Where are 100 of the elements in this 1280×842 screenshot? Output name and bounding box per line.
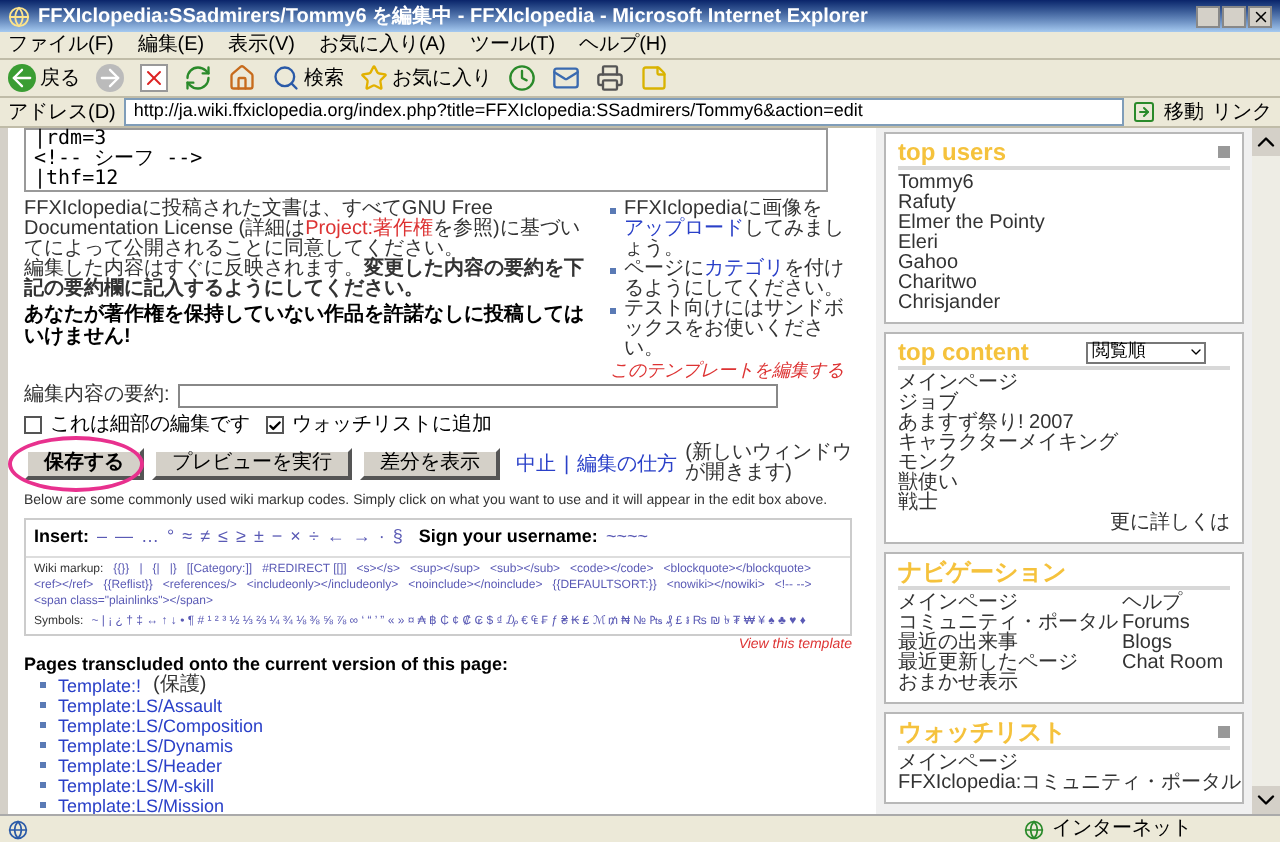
insert-char[interactable]: ± <box>253 524 264 551</box>
sidebar-link[interactable]: あますず祭り! 2007 <box>898 414 1074 434</box>
insert-char[interactable]: ° <box>167 524 175 551</box>
favorites-button[interactable]: お気に入り <box>392 63 492 93</box>
sidebar-link[interactable]: Blogs <box>1122 634 1173 654</box>
minimize-icon[interactable] <box>1196 5 1220 27</box>
template-link[interactable]: Template:! <box>58 675 142 695</box>
dropdown-caret-icon[interactable] <box>1188 344 1204 360</box>
signature-link[interactable]: ~~~~ <box>605 524 648 551</box>
sidebar-link[interactable]: Eleri <box>898 234 939 254</box>
sidebar-link[interactable]: ジョブ <box>898 394 958 414</box>
stop-icon[interactable] <box>140 64 168 92</box>
sidebar-link[interactable]: コミュニティ・ポータル <box>898 614 1118 634</box>
tip-link[interactable]: アップロード <box>624 218 744 240</box>
sidebar-link[interactable]: メインページ <box>898 374 1018 394</box>
sidebar-link[interactable]: Forums <box>1122 614 1190 634</box>
tip-link[interactable]: カテゴリ <box>704 258 784 280</box>
globe-icon <box>1024 819 1044 839</box>
links-button[interactable]: リンク <box>1212 97 1272 127</box>
template-link[interactable]: Template:LS/Composition <box>58 715 264 735</box>
sidebar-link[interactable]: 最近更新したページ <box>898 654 1078 674</box>
sidebar-link[interactable]: Elmer the Pointy <box>898 214 1045 234</box>
summary-field[interactable] <box>177 383 778 407</box>
sidebar-link[interactable]: モンク <box>898 454 958 474</box>
insert-char[interactable]: · <box>378 524 385 551</box>
history-icon[interactable] <box>508 64 536 92</box>
menu-item[interactable]: ツール(T) <box>469 30 556 60</box>
sidebar-link[interactable]: 獣使い <box>898 474 958 494</box>
template-link[interactable]: Template:LS/Mission <box>58 795 225 814</box>
maximize-icon[interactable] <box>1222 5 1246 27</box>
template-link[interactable]: Template:LS/Dynamis <box>58 735 234 755</box>
insert-char[interactable]: × <box>290 524 301 551</box>
sidebar-link[interactable]: Rafuty <box>898 194 956 214</box>
more-link[interactable]: 更に詳しくは <box>1110 514 1230 534</box>
template-link[interactable]: Template:LS/Header <box>58 755 223 775</box>
editing-help-link[interactable]: 編集の仕方 <box>577 449 678 479</box>
menu-item[interactable]: 表示(V) <box>228 30 295 60</box>
sidebar-link[interactable]: Gahoo <box>898 254 959 274</box>
mail-icon[interactable] <box>552 64 580 92</box>
edit-template-link[interactable]: このテンプレートを編集する <box>610 360 860 380</box>
insert-char[interactable]: ≥ <box>236 524 246 551</box>
tip-text: FFXIclopediaに画像を アップロード してみましょう。 <box>624 200 846 260</box>
new-window-note: (新しいウィンドウが開きます) <box>685 444 854 484</box>
scroll-up-icon[interactable] <box>1252 128 1280 156</box>
home-icon[interactable] <box>228 64 256 92</box>
insert-char[interactable]: → <box>352 524 371 551</box>
code-line: |thf=12 <box>34 170 121 190</box>
insert-char[interactable]: ← <box>326 524 345 551</box>
sidebar-link[interactable]: メインページ <box>898 754 1018 774</box>
cancel-link[interactable]: 中止 <box>516 449 556 479</box>
search-button[interactable]: 検索 <box>304 63 344 93</box>
print-icon[interactable] <box>596 64 624 92</box>
back-button[interactable]: 戻る <box>40 63 80 93</box>
menu-item[interactable]: 編集(E) <box>137 30 205 60</box>
form-button[interactable]: 保存する <box>24 448 144 480</box>
checkbox[interactable] <box>24 416 42 434</box>
menu-item[interactable]: お気に入り(A) <box>318 30 446 60</box>
sidebar-link[interactable]: 最近の出来事 <box>898 634 1018 654</box>
sidebar-link[interactable]: メインページ <box>898 594 1018 614</box>
address-field[interactable]: http://ja.wiki.ffxiclopedia.org/index.php?title=FFXIclopedia:SSadmirers/Tommy6&action=edit <box>123 98 1124 126</box>
menu-item[interactable]: ヘルプ(H) <box>579 30 667 60</box>
sidebar-link[interactable]: Chat Room <box>1122 654 1224 674</box>
copyright-warning: あなたが著作権を保持していない作品を許諾なしに投稿してはいけません! <box>24 304 586 348</box>
sidebar-link[interactable]: Charitwo <box>898 274 977 294</box>
go-button[interactable]: 移動 <box>1164 97 1204 127</box>
sidebar-link[interactable]: キャラクターメイキング <box>898 434 1118 454</box>
insert-char[interactable]: − <box>271 524 283 551</box>
search-icon[interactable] <box>272 64 300 92</box>
scroll-down-icon[interactable] <box>1252 786 1280 814</box>
box-title: ナビゲーション <box>898 558 1066 586</box>
star-icon[interactable] <box>360 64 388 92</box>
form-button[interactable]: プレビューを実行 <box>152 448 352 480</box>
insert-char[interactable]: § <box>392 524 403 551</box>
insert-char[interactable]: ≤ <box>218 524 228 551</box>
tip-text: ページにカテゴリ を付けるようにしてください。 <box>624 260 846 300</box>
insert-char[interactable]: – <box>97 524 108 551</box>
sidebar-link[interactable]: おまかせ表示 <box>898 674 1018 694</box>
sidebar-link[interactable]: ヘルプ <box>1122 594 1182 614</box>
insert-char[interactable]: ≈ <box>182 524 193 551</box>
checkbox[interactable] <box>266 416 284 434</box>
refresh-icon[interactable] <box>184 64 212 92</box>
insert-char[interactable]: ≠ <box>200 524 211 551</box>
page-scrollbar[interactable] <box>1252 128 1280 814</box>
sidebar-link[interactable]: Chrisjander <box>898 294 1001 314</box>
insert-char[interactable]: … <box>141 524 160 551</box>
sidebar-link[interactable]: Tommy6 <box>898 174 974 194</box>
insert-char[interactable]: — <box>115 524 134 551</box>
menu-item[interactable]: ファイル(F) <box>8 30 114 60</box>
insert-char[interactable]: ÷ <box>308 524 319 551</box>
edit-textarea[interactable]: |rdm=3 <!-- シーフ --> |thf=12 <box>24 128 828 192</box>
template-link[interactable]: Template:LS/M-skill <box>58 775 215 795</box>
form-button[interactable]: 差分を表示 <box>360 448 500 480</box>
sort-dropdown[interactable]: 閲覧順 <box>1086 341 1206 363</box>
bullet-icon <box>610 208 616 214</box>
copyright-link[interactable]: Project:著作権 <box>305 218 434 240</box>
sidebar-link[interactable]: FFXIclopedia:コミュニティ・ポータル <box>898 774 1242 794</box>
template-link[interactable]: Template:LS/Assault <box>58 695 223 715</box>
bullet-icon <box>40 802 46 808</box>
sidebar-link[interactable]: 戦士 <box>898 494 938 514</box>
bullet-icon <box>40 702 46 708</box>
